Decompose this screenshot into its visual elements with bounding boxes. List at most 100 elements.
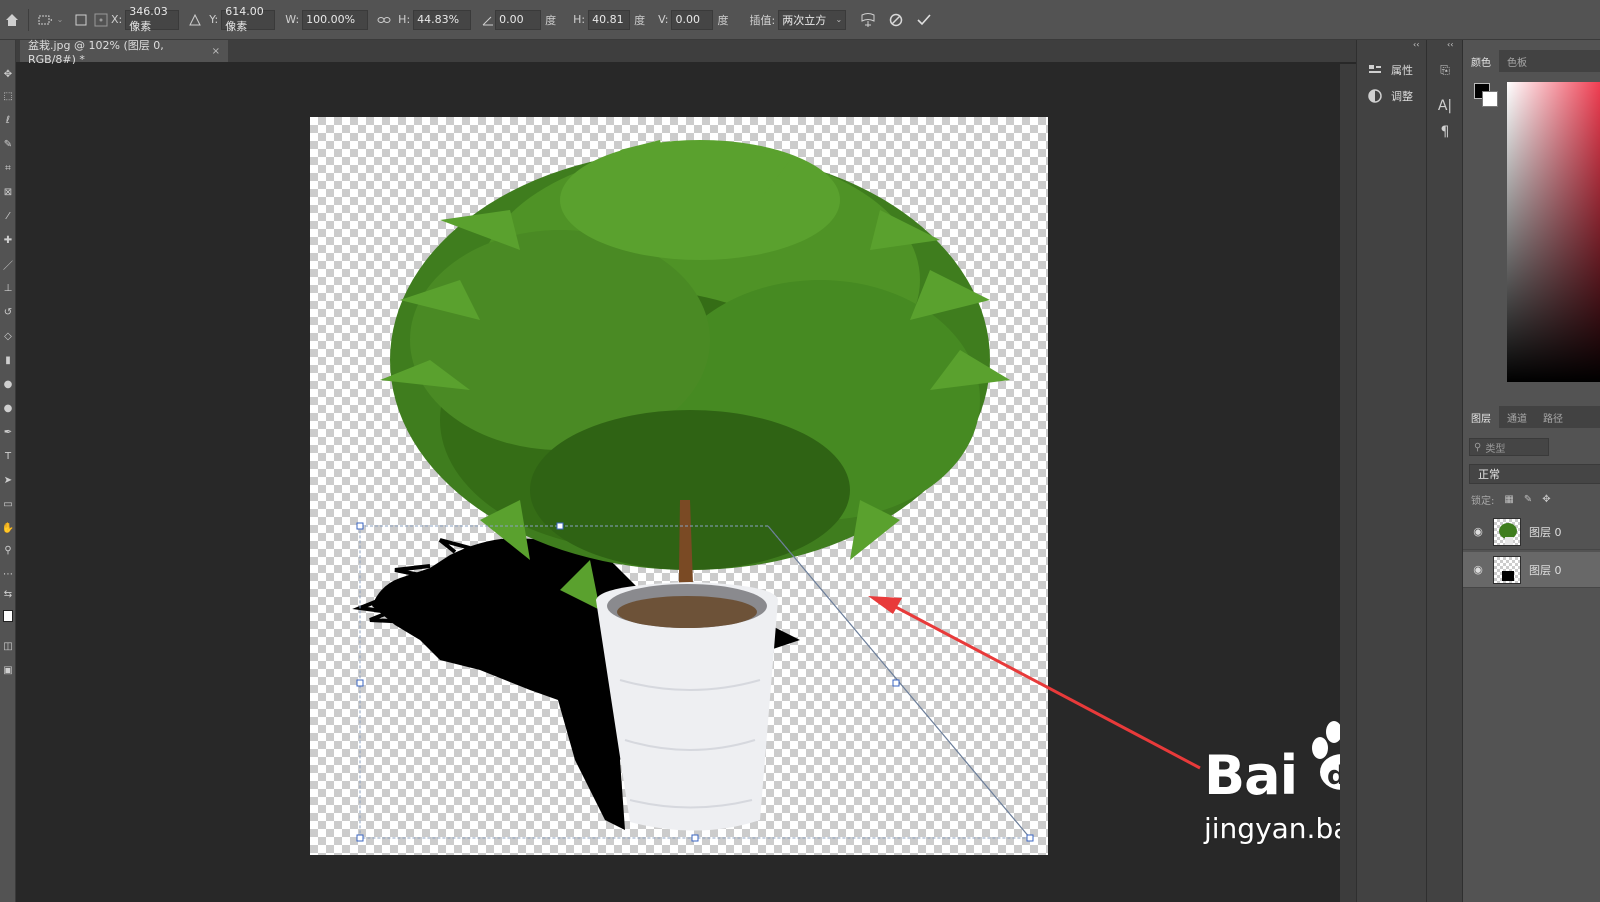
interp-select-value: 两次立方 [782,13,827,27]
h-group: H: 44.83% [398,9,472,30]
rectangle-tool-icon[interactable]: ▭ [0,494,16,514]
blend-mode-select[interactable]: 正常 [1469,464,1600,484]
w-label: W: [285,13,300,26]
marquee-tool-icon[interactable]: ⬚ [0,86,16,106]
home-icon[interactable] [2,10,22,30]
interp-select[interactable]: 两次立方 ⌄ [778,9,847,30]
document-tab-bar: 盆栽.jpg @ 102% (图层 0, RGB/8#) * × [16,39,1356,66]
document-tab[interactable]: 盆栽.jpg @ 102% (图层 0, RGB/8#) * × [20,39,228,66]
separator [28,8,29,31]
y-label: Y: [209,13,219,26]
history-brush-tool-icon[interactable]: ↺ [0,302,16,322]
angle-unit: 度 [545,13,557,27]
tab-layers[interactable]: 图层 [1463,406,1499,428]
crop-tool-icon[interactable]: ⌗ [0,158,16,178]
commit-transform-icon[interactable] [914,10,934,30]
eye-icon[interactable]: ◉ [1463,525,1493,538]
lock-paint-icon[interactable]: ✎ [1524,494,1532,505]
quick-mask-icon[interactable]: ◫ [0,636,16,656]
transform-tool-icon[interactable] [35,10,55,30]
eraser-tool-icon[interactable]: ◇ [0,326,16,346]
link-icon[interactable] [374,10,394,30]
lock-row: 锁定: ▦ ✎ ✥ [1471,492,1551,507]
type-tool-icon[interactable]: T [0,446,16,466]
y-input[interactable]: 614.00 像素 [221,5,276,33]
background-swatch[interactable] [1482,91,1498,107]
dodge-tool-icon[interactable]: ● [0,398,16,418]
tab-paths[interactable]: 路径 [1535,406,1571,428]
h-input[interactable]: 44.83% [413,9,472,30]
screen-mode-icon[interactable]: ▣ [0,660,16,680]
vskew-unit: 度 [717,13,729,27]
tab-color[interactable]: 颜色 [1463,50,1499,72]
more-tools-icon[interactable]: ⋯ [0,564,16,584]
hskew-unit: 度 [634,13,646,27]
paragraph-panel-icon[interactable]: ¶ [1437,122,1453,142]
h-label: H: [398,13,411,26]
layer-row[interactable]: ◉ 图层 0 [1463,514,1600,550]
collapse-arrows-icon[interactable]: ‹‹ [1413,40,1419,49]
interp-group: 插值: 两次立方 ⌄ [749,9,847,30]
frame-tool-icon[interactable]: ⊠ [0,182,16,202]
reference-point-grid-icon[interactable] [91,10,111,30]
photoshop-window: ⌄ X: 346.03 像素 Y: 614.00 像素 W: 100.00% H… [0,0,1600,902]
layer-filter-input[interactable]: ⚲ 类型 [1469,438,1549,456]
collapse-arrows-icon[interactable]: ‹‹ [1447,40,1453,49]
canvas-vertical-scrollbar[interactable] [1340,64,1356,902]
zoom-tool-icon[interactable]: ⚲ [0,540,16,560]
cancel-transform-icon[interactable] [886,10,906,30]
move-tool-icon[interactable]: ✥ [0,64,16,84]
layer-row[interactable]: ◉ 图层 0 [1463,552,1600,588]
lock-transparent-icon[interactable]: ▦ [1504,494,1513,505]
vskew-label: V: [658,13,669,26]
properties-dock: ‹‹ 属性 调整 [1356,40,1426,902]
pen-tool-icon[interactable]: ✒ [0,422,16,442]
hskew-group: H: 40.81 度 [573,9,648,30]
reference-point-checkbox[interactable] [71,10,91,30]
vskew-input[interactable]: 0.00 [671,9,714,30]
color-picker-field[interactable] [1507,82,1600,382]
lock-position-icon[interactable]: ✥ [1542,494,1550,505]
layer-thumbnail-shadow [1493,555,1521,584]
gradient-tool-icon[interactable]: ▮ [0,350,16,370]
quick-select-tool-icon[interactable]: ✎ [0,134,16,154]
x-group: X: 346.03 像素 [111,5,180,33]
stamp-tool-icon[interactable]: ⊥ [0,278,16,298]
chevron-down-icon: ⌄ [835,15,843,24]
path-select-tool-icon[interactable]: ➤ [0,470,16,490]
close-icon[interactable]: × [212,46,220,57]
right-dock: 颜色 色板 图层 通道 路径 ⚲ 类型 正常 锁定: ▦ ✎ ✥ ◉ 图层 0 … [1462,40,1600,902]
chevron-down-icon[interactable]: ⌄ [55,10,65,30]
w-input[interactable]: 100.00% [302,9,369,30]
angle-input[interactable]: 0.00 [495,9,542,30]
eyedropper-tool-icon[interactable]: ⁄ [0,206,16,226]
properties-icon [1367,63,1383,77]
swap-colors-icon[interactable]: ⇆ [0,584,16,604]
watermark-brand: Bai [1204,744,1298,807]
angle-icon [481,10,495,30]
x-input[interactable]: 346.03 像素 [125,5,180,33]
healing-tool-icon[interactable]: ✚ [0,230,16,250]
adjustments-button[interactable]: 调整 [1367,88,1413,104]
character-panel-icon[interactable]: A| [1437,96,1453,116]
blend-mode-value: 正常 [1478,468,1500,481]
hand-tool-icon[interactable]: ✋ [0,518,16,538]
eye-icon[interactable]: ◉ [1463,563,1493,576]
history-panel-icon[interactable]: ⎘ [1437,60,1453,80]
blur-tool-icon[interactable]: ● [0,374,16,394]
vskew-group: V: 0.00 度 [658,9,731,30]
tab-swatches[interactable]: 色板 [1499,50,1535,72]
delta-icon[interactable] [185,10,205,30]
lasso-tool-icon[interactable]: ℓ [0,110,16,130]
foreground-color-swatch[interactable] [0,606,16,626]
properties-button[interactable]: 属性 [1367,62,1413,78]
transparent-canvas[interactable] [310,117,1048,855]
warp-mode-icon[interactable] [858,10,878,30]
color-tabs: 颜色 色板 [1463,50,1600,72]
tools-panel: ✥ ⬚ ℓ ✎ ⌗ ⊠ ⁄ ✚ ／ ⊥ ↺ ◇ ▮ ● ● ✒ T ➤ ▭ ✋ … [0,40,16,902]
layer-name: 图层 0 [1529,525,1562,539]
tab-channels[interactable]: 通道 [1499,406,1535,428]
hskew-input[interactable]: 40.81 [588,9,631,30]
brush-tool-icon[interactable]: ／ [0,254,16,274]
layer-name: 图层 0 [1529,563,1562,577]
